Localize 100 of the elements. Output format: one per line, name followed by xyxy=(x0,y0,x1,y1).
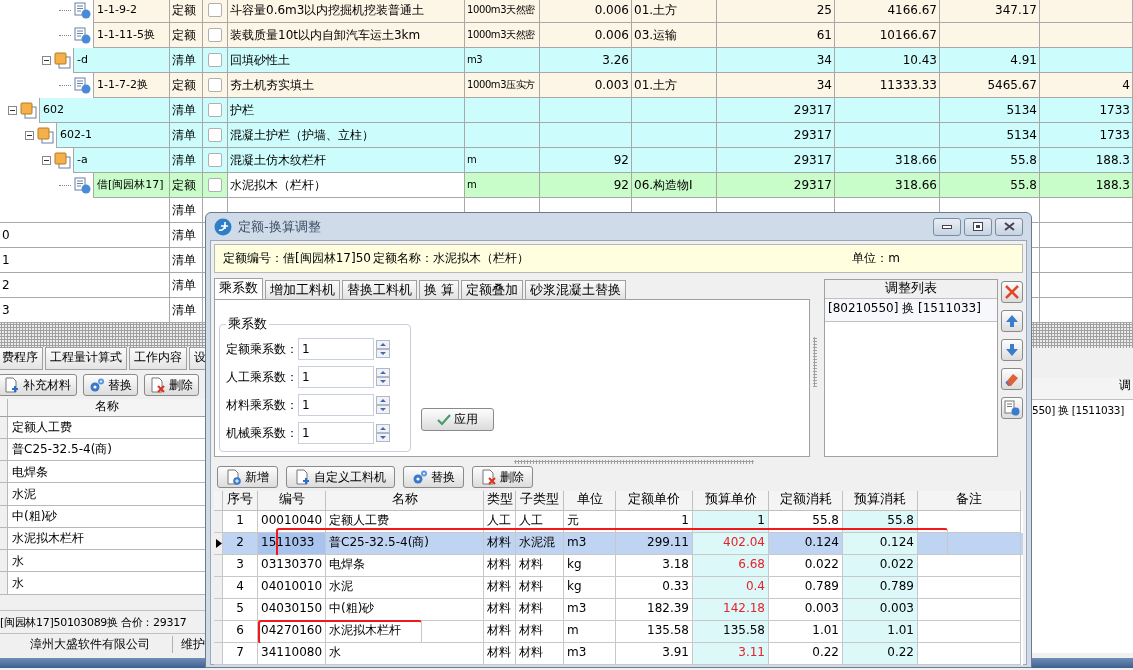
table-cell: 1000m3天然密 xyxy=(465,0,540,23)
toolbar-button[interactable]: 替换 xyxy=(83,374,138,397)
apply-button[interactable]: 应用 xyxy=(421,408,494,431)
checkbox[interactable] xyxy=(208,78,222,92)
table-cell: 0.789 xyxy=(843,577,918,599)
icon-button[interactable] xyxy=(1001,397,1023,419)
tree-node-label[interactable]: 602-1 xyxy=(56,123,169,148)
collapse-icon[interactable] xyxy=(25,131,34,140)
maximize-button[interactable] xyxy=(964,217,992,236)
list-item[interactable]: [80210550] 换 [1511033] xyxy=(824,299,997,322)
up-arrow-icon xyxy=(1004,313,1020,329)
table-cell: 0.006 xyxy=(540,0,632,23)
status-text: 漳州大盛软件有限公司 xyxy=(0,635,173,653)
table-cell-text: 普C25-32.5-4(商) xyxy=(11,441,114,459)
checkbox[interactable] xyxy=(208,28,222,42)
tab[interactable]: 砂浆混凝土替换 xyxy=(525,280,626,299)
table-cell: 11333.33 xyxy=(835,73,940,98)
checkbox[interactable] xyxy=(208,178,222,192)
table-cell: 1733 xyxy=(1040,98,1133,123)
spinner-icon[interactable] xyxy=(376,424,390,442)
table-cell: m3 xyxy=(465,48,540,73)
table-cell: 定额 xyxy=(170,0,203,23)
spinner-icon[interactable] xyxy=(376,340,390,358)
splitter-handle[interactable] xyxy=(813,337,817,387)
toolbar-button[interactable]: 自定义工料机 xyxy=(286,466,395,488)
tree-node-label[interactable]: -a xyxy=(73,148,169,173)
down-arrow-icon xyxy=(1004,342,1020,358)
tab[interactable]: 乘系数 xyxy=(214,278,263,299)
tab[interactable]: 工程量计算式 xyxy=(45,347,127,371)
table-cell: 0.022 xyxy=(843,555,918,577)
spinner-icon[interactable] xyxy=(376,396,390,414)
table-cell: 4.91 xyxy=(940,48,1040,73)
tab[interactable]: 定额叠加 xyxy=(461,280,523,299)
tree-node-label[interactable]: 1-1-9-2 xyxy=(93,0,169,23)
table-cell: 188.3 xyxy=(1040,148,1133,173)
table-cell: 回填砂性土 xyxy=(228,48,465,73)
table-cell: 清单 xyxy=(170,98,203,123)
table-cell: 清单 xyxy=(170,148,203,173)
table-cell: 护栏 xyxy=(228,98,465,123)
spinner-icon[interactable] xyxy=(376,368,390,386)
table-cell: 550] 换 [1511033] xyxy=(1032,404,1124,416)
splitter-handle[interactable] xyxy=(514,460,754,464)
table-cell: 402.04 xyxy=(693,533,769,555)
tree-node-label[interactable]: 1-1-7-2换 xyxy=(93,73,169,98)
tree-node-label[interactable]: 602 xyxy=(39,98,169,123)
gear-icon xyxy=(89,377,105,394)
field-label: 定额乘系数： xyxy=(226,341,298,357)
checkbox[interactable] xyxy=(208,3,222,17)
icon-button[interactable] xyxy=(1001,281,1023,303)
table-cell: 01.土方 xyxy=(632,73,717,98)
splitter-bar[interactable] xyxy=(1032,323,1133,348)
spin-field[interactable]: 1 xyxy=(298,338,374,360)
collapse-icon[interactable] xyxy=(42,156,51,165)
tab[interactable]: 设 xyxy=(189,347,205,371)
spin-field[interactable]: 1 xyxy=(298,366,374,388)
spin-field[interactable]: 1 xyxy=(298,394,374,416)
table-cell: 定额 xyxy=(170,23,203,48)
table-cell: 92 xyxy=(540,173,632,198)
toolbar-button[interactable]: 删除 xyxy=(144,374,199,397)
table-cell: 1733 xyxy=(1040,123,1133,148)
toolbar-button[interactable]: 新增 xyxy=(217,466,278,488)
tree-node-label[interactable]: 1-1-11-5换 xyxy=(93,23,169,48)
close-button[interactable] xyxy=(995,217,1023,236)
checkbox[interactable] xyxy=(208,128,222,142)
toolbar-button[interactable]: 删除 xyxy=(472,466,533,488)
checkbox[interactable] xyxy=(208,153,222,167)
tree-node-label[interactable]: 借[闽园林17] xyxy=(93,173,169,198)
tab[interactable]: 换 算 xyxy=(419,280,459,299)
table-cell: 55.8 xyxy=(940,148,1040,173)
table-cell: 5134 xyxy=(940,123,1040,148)
spin-field[interactable]: 1 xyxy=(298,422,374,444)
table-cell: 1000m3压实方 xyxy=(465,73,540,98)
table-cell: 29317 xyxy=(717,98,835,123)
tab[interactable]: 费程序 xyxy=(0,347,43,371)
minimize-button[interactable] xyxy=(933,217,961,236)
tab[interactable]: 替换工料机 xyxy=(342,280,417,299)
toolbar-button[interactable]: 替换 xyxy=(403,466,464,488)
checkbox[interactable] xyxy=(208,103,222,117)
toolbar-button[interactable]: 补充材料 xyxy=(0,374,77,397)
collapse-icon[interactable] xyxy=(8,106,17,115)
icon-button[interactable] xyxy=(1001,368,1023,390)
table-cell: 6.68 xyxy=(693,555,769,577)
icon-button[interactable] xyxy=(1001,310,1023,332)
tab[interactable]: 增加工料机 xyxy=(265,280,340,299)
table-cell: 清单 xyxy=(170,298,203,323)
icon-button[interactable] xyxy=(1001,339,1023,361)
table-cell: m xyxy=(465,148,540,173)
delete-document-icon xyxy=(481,469,497,485)
splitter-bar[interactable] xyxy=(0,323,205,348)
checkbox[interactable] xyxy=(208,53,222,67)
table-cell: 29317 xyxy=(717,173,835,198)
table-cell: 25 xyxy=(717,0,835,23)
new-document-icon xyxy=(226,469,242,485)
folder-icon xyxy=(37,127,54,144)
table-cell: 3.11 xyxy=(693,643,769,665)
tree-node-label[interactable]: -d xyxy=(73,48,169,73)
table-cell: 03.运输 xyxy=(632,23,717,48)
tab[interactable]: 工作内容 xyxy=(129,347,187,371)
collapse-icon[interactable] xyxy=(42,56,51,65)
add-document-icon xyxy=(295,469,311,485)
